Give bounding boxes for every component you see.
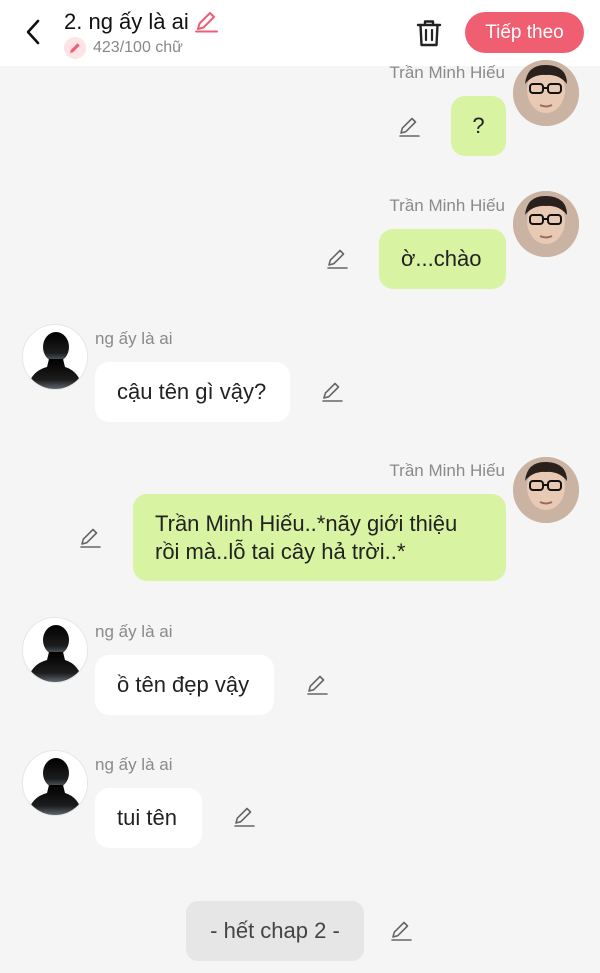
chapter-title: 2. ng ấy là ai [64,9,189,34]
back-button[interactable] [18,17,48,47]
pencil-icon [234,807,255,827]
message-bubble[interactable]: ? [451,96,506,156]
pencil-icon [399,117,420,137]
trash-icon [416,20,442,47]
edit-chapter-end-button[interactable] [388,918,414,944]
edit-message-button[interactable] [396,114,422,140]
sender-name: Trần Minh Hiếu [389,196,505,215]
sender-name: ng ấy là ai [95,622,173,641]
chevron-left-icon [26,19,40,45]
page-title: 2. ng ấy là ai [64,9,219,35]
message-bubble[interactable]: ồ tên đẹp vậy [95,655,274,715]
user-avatar[interactable] [513,60,579,126]
message-bubble[interactable]: Trần Minh Hiếu..*nãy giới thiệu rồi mà..… [133,494,506,581]
pencil-badge-icon [64,37,86,59]
user-avatar[interactable] [513,191,579,257]
delete-button[interactable] [414,17,444,49]
edit-message-button[interactable] [324,246,350,272]
character-avatar[interactable] [22,617,88,683]
word-count: 423/100 chữ [93,39,183,56]
sender-name: ng ấy là ai [95,329,173,348]
edit-message-button[interactable] [231,804,257,830]
message-line: Trần Minh Hiếu..*nãy giới thiệu [155,510,458,536]
character-avatar[interactable] [22,750,88,816]
message-bubble[interactable]: ờ...chào [379,229,506,289]
message-line: rồi mà..lỗ tai cây hả trời..* [155,538,406,564]
chapter-end-note[interactable]: - hết chap 2 - [186,901,364,961]
pencil-icon [327,249,348,269]
sender-name: Trần Minh Hiếu [389,63,505,82]
edit-message-button[interactable] [319,379,345,405]
message-bubble[interactable]: tui tên [95,788,202,848]
edit-message-button[interactable] [77,525,103,551]
next-button[interactable]: Tiếp theo [465,12,584,53]
title-edit-button[interactable] [193,10,219,34]
word-count-row: 423/100 chữ [64,37,183,59]
message-bubble[interactable]: cậu tên gì vậy? [95,362,290,422]
sender-name: ng ấy là ai [95,755,173,774]
user-avatar[interactable] [513,457,579,523]
character-avatar[interactable] [22,324,88,390]
pencil-icon [307,675,328,695]
pencil-icon [322,382,343,402]
pencil-icon [391,921,412,941]
pencil-icon [80,528,101,548]
pencil-icon [194,12,218,33]
top-bar: 2. ng ấy là ai 423/100 chữ Tiếp theo [0,0,600,66]
edit-message-button[interactable] [304,672,330,698]
sender-name: Trần Minh Hiếu [389,461,505,480]
